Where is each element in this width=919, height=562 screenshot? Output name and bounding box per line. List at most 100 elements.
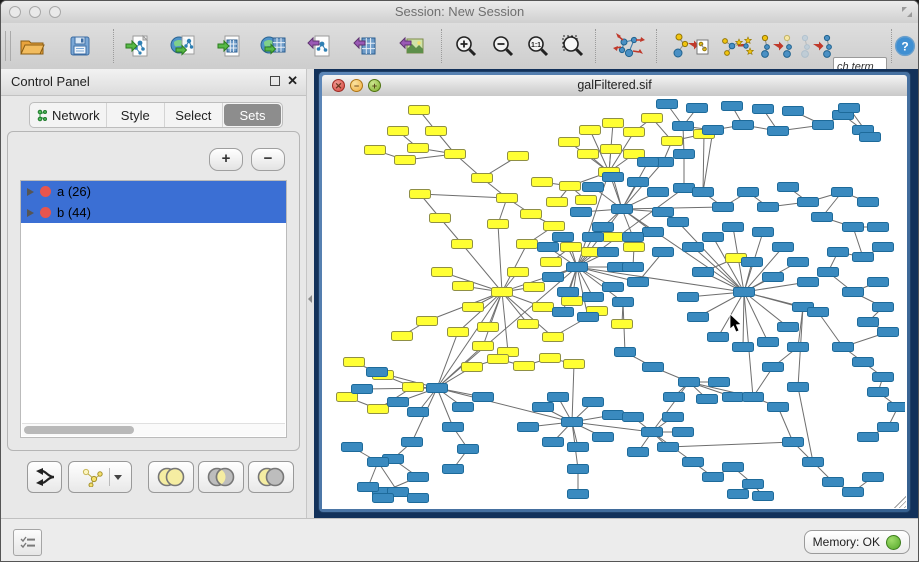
- union-sets-button[interactable]: [148, 461, 194, 493]
- intersection-sets-button[interactable]: [198, 461, 244, 493]
- zoom-selected-region-button[interactable]: [558, 32, 588, 60]
- network-from-selection-icon: [671, 32, 709, 60]
- tab-label: Style: [121, 108, 150, 123]
- sets-list: a (26) b (44): [20, 180, 287, 438]
- difference-sets-button[interactable]: [248, 461, 294, 493]
- zoom-out-button[interactable]: [488, 32, 518, 60]
- sets-action-bar: [1, 457, 306, 503]
- horizontal-scrollbar[interactable]: [22, 423, 285, 436]
- status-bar: Memory: OK: [1, 518, 918, 561]
- collapse-arrow-icon[interactable]: [308, 295, 312, 303]
- import-network-file-icon: [125, 34, 151, 58]
- network-tab-icon: [36, 109, 48, 122]
- control-panel-title: Control Panel: [11, 74, 90, 89]
- split-set-button[interactable]: [27, 461, 62, 493]
- hide-selected-button[interactable]: [757, 32, 797, 60]
- network-window[interactable]: ✕ − + galFiltered.sif: [318, 71, 911, 513]
- import-table-file-icon: [217, 34, 243, 58]
- memory-ok-icon: [886, 535, 901, 550]
- memory-status-button[interactable]: Memory: OK: [804, 530, 910, 554]
- add-set-button[interactable]: +: [209, 148, 243, 171]
- set-label: a (26): [57, 184, 91, 199]
- memory-label: Memory: OK: [813, 535, 880, 549]
- window-title: Session: New Session: [1, 4, 918, 19]
- resize-grip-icon[interactable]: [894, 496, 906, 508]
- import-table-url-icon: [260, 34, 288, 58]
- control-panel-tabs: Network Style Select Sets: [29, 102, 283, 128]
- export-image-icon: [399, 34, 425, 58]
- import-table-file-button[interactable]: [215, 32, 245, 60]
- toolbar-separator: [441, 29, 442, 63]
- fullscreen-icon[interactable]: [902, 7, 912, 17]
- network-desktop: ✕ − + galFiltered.sif: [314, 69, 918, 519]
- show-all-button[interactable]: [797, 32, 837, 60]
- network-canvas[interactable]: [322, 96, 907, 509]
- dropdown-arrow-icon[interactable]: [114, 475, 122, 480]
- apply-preferred-layout-button[interactable]: [609, 32, 649, 60]
- show-all-icon: [799, 33, 835, 59]
- tab-label: Select: [175, 108, 211, 123]
- expand-arrow-icon[interactable]: [27, 188, 34, 196]
- tab-label: Network: [52, 108, 100, 123]
- expand-arrow-icon[interactable]: [27, 209, 34, 217]
- create-set-from-network-button[interactable]: [68, 461, 132, 493]
- application-window: Session: New Session: [0, 0, 919, 562]
- tab-select[interactable]: Select: [165, 103, 223, 127]
- save-floppy-icon: [69, 35, 91, 57]
- remove-set-button[interactable]: −: [251, 148, 285, 171]
- first-neighbors-icon: [719, 33, 755, 59]
- new-network-from-selection-button[interactable]: [669, 32, 711, 60]
- export-table-icon: [353, 34, 379, 58]
- zoom-in-icon: [454, 34, 478, 58]
- zoom-selected-icon: [561, 34, 585, 58]
- save-session-button[interactable]: [65, 32, 95, 60]
- help-icon: ?: [894, 35, 916, 57]
- export-network-icon: [307, 34, 333, 58]
- export-table-button[interactable]: [351, 32, 381, 60]
- list-item-set-b[interactable]: b (44): [21, 202, 286, 223]
- set-label: b (44): [57, 205, 91, 220]
- svg-text:1:1: 1:1: [531, 42, 541, 49]
- difference-venn-icon: [255, 466, 287, 488]
- import-network-url-icon: [170, 34, 198, 58]
- mouse-cursor: [730, 314, 741, 332]
- control-panel-header: Control Panel ✕: [1, 69, 306, 96]
- main-toolbar: 1:1 ?: [1, 23, 918, 70]
- set-color-dot-icon: [40, 186, 51, 197]
- svg-text:?: ?: [901, 40, 908, 54]
- tab-label: Sets: [239, 108, 265, 123]
- open-file-button[interactable]: [17, 32, 47, 60]
- button-divider: [109, 468, 110, 486]
- list-item-set-a[interactable]: a (26): [21, 181, 286, 202]
- set-color-dot-icon: [40, 207, 51, 218]
- zoom-actual-size-button[interactable]: 1:1: [523, 32, 553, 60]
- tab-sets[interactable]: Sets: [224, 104, 281, 126]
- close-panel-icon[interactable]: ✕: [287, 73, 298, 89]
- toolbar-drag-handle[interactable]: [5, 31, 11, 61]
- tab-network[interactable]: Network: [30, 103, 107, 127]
- export-network-button[interactable]: [305, 32, 335, 60]
- zoom-in-button[interactable]: [451, 32, 481, 60]
- yellow-network-icon: [79, 467, 105, 487]
- hide-selected-icon: [759, 33, 795, 59]
- import-table-url-button[interactable]: [259, 32, 289, 60]
- export-image-button[interactable]: [397, 32, 427, 60]
- union-venn-icon: [155, 466, 187, 488]
- float-panel-icon[interactable]: [270, 76, 280, 86]
- split-icon: [34, 467, 56, 487]
- zoom-out-icon: [491, 34, 515, 58]
- first-neighbors-button[interactable]: [717, 32, 757, 60]
- toolbar-separator: [113, 29, 114, 63]
- tab-style[interactable]: Style: [107, 103, 165, 127]
- network-graph: [322, 96, 905, 505]
- control-panel: Control Panel ✕ Network Style Select Set…: [1, 69, 306, 519]
- network-window-titlebar[interactable]: ✕ − + galFiltered.sif: [322, 75, 907, 97]
- help-button[interactable]: ?: [890, 32, 919, 60]
- task-checklist-icon: [20, 536, 36, 550]
- task-history-button[interactable]: [13, 529, 42, 556]
- title-bar[interactable]: Session: New Session: [1, 1, 918, 24]
- scrollbar-thumb[interactable]: [24, 426, 134, 434]
- import-network-url-button[interactable]: [169, 32, 199, 60]
- import-network-file-button[interactable]: [123, 32, 153, 60]
- zoom-one-to-one-icon: 1:1: [526, 34, 550, 58]
